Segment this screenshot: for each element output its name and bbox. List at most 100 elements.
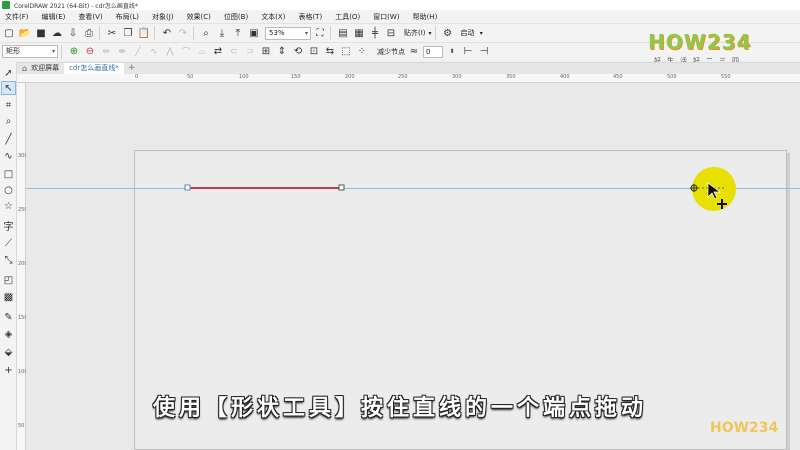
zoom-tool-icon[interactable]: ⌕ [1, 114, 16, 128]
reduce-nodes-button[interactable]: 减少节点 [377, 47, 405, 57]
start-node[interactable] [184, 184, 191, 191]
add-tool-plus-icon[interactable]: + [1, 363, 16, 377]
stretch-horizontal-icon[interactable]: ⊢ [461, 45, 475, 59]
new-tab-plus-icon[interactable]: + [126, 63, 138, 74]
menu-edit[interactable]: 编辑(E) [42, 12, 66, 22]
open-folder-icon[interactable]: 📂 [18, 26, 32, 40]
symmetrical-node-icon[interactable]: ⌓ [195, 45, 209, 59]
publish-pdf-icon[interactable]: ▣ [247, 26, 261, 40]
toolbar-divider [61, 44, 62, 59]
polygon-tool-icon[interactable]: ☆ [1, 199, 16, 213]
reflect-nodes-icon[interactable]: ⇆ [323, 45, 337, 59]
selection-mode-select[interactable]: 矩形 ▾ [2, 45, 58, 58]
menu-file[interactable]: 文件(F) [5, 12, 29, 22]
save-icon[interactable]: ■ [34, 26, 48, 40]
artistic-media-tool-icon[interactable]: ∿ [1, 149, 16, 163]
paste-icon[interactable]: 📋 [137, 26, 151, 40]
menu-bar: 文件(F) 编辑(E) 查看(V) 布局(L) 对象(J) 效果(C) 位图(B… [0, 10, 800, 23]
tab-welcome-screen[interactable]: ⌂ 欢迎屏幕 [17, 63, 64, 74]
join-nodes-icon[interactable]: ⇹ [99, 45, 113, 59]
full-screen-icon[interactable]: ⛶ [313, 26, 327, 40]
ruler-tick: 250 [398, 74, 408, 80]
menu-window[interactable]: 窗口(W) [373, 12, 399, 22]
tab-current-document[interactable]: cdr怎么画直线* [64, 63, 124, 74]
cloud-upload-icon[interactable]: ☁ [50, 26, 64, 40]
ellipse-tool-icon[interactable]: ○ [1, 183, 16, 197]
reverse-direction-icon[interactable]: ⇄ [211, 45, 225, 59]
cloud-download-icon[interactable]: ⇩ [66, 26, 80, 40]
add-node-icon[interactable]: ⊕ [67, 45, 81, 59]
delete-node-icon[interactable]: ⊖ [83, 45, 97, 59]
shape-tool-icon[interactable]: ↖ [1, 81, 16, 95]
smart-fill-tool-icon[interactable]: ⬙ [1, 345, 16, 359]
horizontal-ruler[interactable]: 0 50 100 150 200 250 300 350 400 450 500… [17, 74, 800, 83]
elastic-mode-icon[interactable]: ⬚ [339, 45, 353, 59]
text-tool-icon[interactable]: 字 [1, 218, 16, 233]
redo-icon[interactable]: ↷ [176, 26, 190, 40]
ruler-tick: 500 [667, 74, 677, 80]
guidelines-icon[interactable]: ╪ [368, 26, 382, 40]
crop-tool-icon[interactable]: ⌗ [1, 98, 16, 112]
curve-smoothness-icon: ≈ [409, 46, 419, 57]
extend-curve-icon[interactable]: ⊂ [227, 45, 241, 59]
title-bar: CorelDRAW 2021 (64-Bit) - cdr怎么画直线* [0, 0, 800, 10]
ruler-tick: 350 [506, 74, 516, 80]
menu-bitmaps[interactable]: 位图(B) [224, 12, 248, 22]
pick-tool-icon[interactable]: ➚ [1, 66, 16, 80]
options-gear-icon[interactable]: ⚙ [441, 26, 455, 40]
menu-text[interactable]: 文本(X) [261, 12, 285, 22]
ruler-tick: 400 [560, 74, 570, 80]
rotate-nodes-icon[interactable]: ⟲ [291, 45, 305, 59]
align-nodes-icon[interactable]: ⊡ [307, 45, 321, 59]
document-tab-bar: ⌂ 欢迎屏幕 cdr怎么画直线* + [0, 62, 800, 74]
menu-tools[interactable]: 工具(O) [335, 12, 360, 22]
stretch-nodes-icon[interactable]: ⇕ [275, 45, 289, 59]
rulers-icon[interactable]: ▤ [336, 26, 350, 40]
cut-icon[interactable]: ✂ [105, 26, 119, 40]
interactive-fill-tool-icon[interactable]: ◈ [1, 327, 16, 341]
undo-icon[interactable]: ↶ [160, 26, 174, 40]
select-all-nodes-icon[interactable]: ⁘ [355, 45, 369, 59]
toolbar-divider [193, 26, 194, 40]
spinner-arrows-icon[interactable]: ⬍ [445, 45, 459, 59]
ruler-tick: 0 [135, 74, 139, 80]
parallel-dimension-tool-icon[interactable]: ⟋ [1, 236, 16, 250]
drop-shadow-tool-icon[interactable]: ◰ [1, 273, 16, 287]
rectangle-tool-icon[interactable]: □ [1, 167, 16, 181]
export-icon[interactable]: ⤒ [231, 26, 245, 40]
tab-label: cdr怎么画直线* [69, 64, 119, 72]
copy-icon[interactable]: ❐ [121, 26, 135, 40]
toolbar-divider [154, 26, 155, 40]
end-node[interactable] [338, 184, 345, 191]
close-curve-icon[interactable]: ⊃ [243, 45, 257, 59]
search-icon[interactable]: ⌕ [199, 26, 213, 40]
new-document-icon[interactable]: ▢ [2, 26, 16, 40]
align-icon[interactable]: ⊟ [384, 26, 398, 40]
curve-smoothness-input[interactable]: 0 [423, 45, 443, 58]
to-curve-icon[interactable]: ∿ [147, 45, 161, 59]
to-line-icon[interactable]: ╱ [131, 45, 145, 59]
menu-object[interactable]: 对象(J) [152, 12, 174, 22]
menu-effects[interactable]: 效果(C) [187, 12, 211, 22]
grid-icon[interactable]: ▦ [352, 26, 366, 40]
extract-subpath-icon[interactable]: ⊞ [259, 45, 273, 59]
menu-help[interactable]: 帮助(H) [413, 12, 438, 22]
launch-button[interactable]: 启动 ▾ [461, 28, 483, 38]
zoom-level-select[interactable]: 53% ▾ [265, 26, 311, 40]
menu-layout[interactable]: 布局(L) [116, 12, 139, 22]
freehand-tool-icon[interactable]: ╱ [1, 132, 16, 146]
menu-view[interactable]: 查看(V) [78, 12, 102, 22]
home-icon: ⌂ [22, 64, 28, 73]
transparency-tool-icon[interactable]: ▩ [1, 290, 16, 304]
cusp-node-icon[interactable]: ⋀ [163, 45, 177, 59]
snap-to-button[interactable]: 贴齐(I) ▾ [404, 28, 432, 38]
logo-text: HOW234 [648, 30, 752, 54]
eyedropper-tool-icon[interactable]: ✎ [1, 310, 16, 324]
stretch-vertical-icon[interactable]: ⊣ [477, 45, 491, 59]
connector-tool-icon[interactable]: ⤡ [1, 253, 16, 267]
break-curve-icon[interactable]: ⇼ [115, 45, 129, 59]
smooth-node-icon[interactable]: ⌒ [179, 45, 193, 59]
import-icon[interactable]: ⤓ [215, 26, 229, 40]
print-icon[interactable]: ⎙ [82, 26, 96, 40]
menu-table[interactable]: 表格(T) [298, 12, 322, 22]
